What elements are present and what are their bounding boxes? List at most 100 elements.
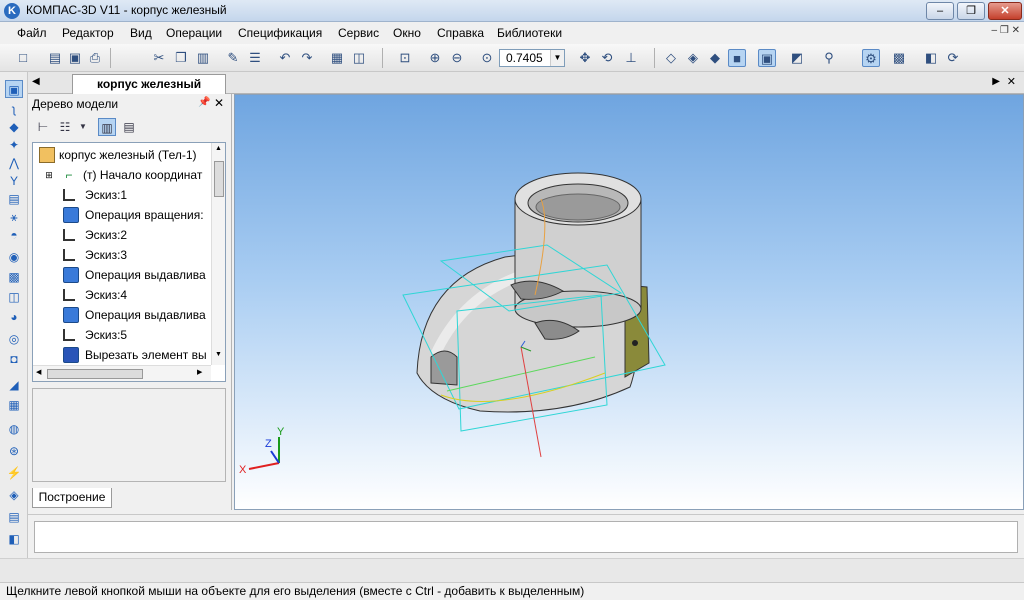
print-icon[interactable]: ⎙: [86, 49, 104, 67]
hole-tool-icon[interactable]: ◍: [5, 420, 23, 438]
tree-item-sketch[interactable]: Эскиз:5: [33, 325, 211, 345]
close-panel-icon[interactable]: ✕: [214, 96, 224, 110]
scroll-down-icon[interactable]: ▼: [215, 351, 222, 358]
extrude-tool-icon[interactable]: ▩: [5, 268, 23, 286]
section-tool-icon[interactable]: ⚡: [5, 464, 23, 482]
property-panel-field[interactable]: [34, 521, 1018, 553]
pin-icon[interactable]: 📌: [198, 97, 210, 108]
fillet-tool-icon[interactable]: ◢: [5, 376, 23, 394]
manager2-icon[interactable]: ◧: [922, 49, 940, 67]
reports-icon[interactable]: ◓: [5, 226, 23, 244]
menu-view[interactable]: Вид: [130, 26, 152, 40]
refresh-icon[interactable]: ⟳: [944, 49, 962, 67]
menu-service[interactable]: Сервис: [338, 26, 379, 40]
cut-icon[interactable]: ✂: [150, 49, 168, 67]
format-brush-icon[interactable]: ✎: [224, 49, 242, 67]
save-icon[interactable]: ▣: [66, 49, 84, 67]
zoom-window-icon[interactable]: ⊡: [396, 49, 414, 67]
mirror-tool-icon[interactable]: ◈: [5, 486, 23, 504]
tree-item-revolve[interactable]: Операция вращения:: [33, 205, 211, 225]
tab-scroll-right-icon[interactable]: ▶: [992, 76, 1000, 87]
snap-icon[interactable]: ⚙: [862, 49, 880, 67]
loft-tool-icon[interactable]: ◎: [5, 330, 23, 348]
open-icon[interactable]: ▤: [46, 49, 64, 67]
edit-details-icon[interactable]: ▣: [5, 80, 23, 98]
chevron-down-icon[interactable]: ▼: [74, 118, 92, 136]
fix-tool-icon[interactable]: ◧: [5, 530, 23, 548]
document-window-controls[interactable]: ‒ ❐ ✕: [992, 25, 1020, 36]
specification-icon[interactable]: ⚹: [5, 208, 23, 226]
redo-icon[interactable]: ↷: [298, 49, 316, 67]
tree-item-sketch[interactable]: Эскиз:1: [33, 185, 211, 205]
surfaces-icon[interactable]: ◆: [5, 118, 23, 136]
maximize-button[interactable]: ❐: [957, 2, 985, 20]
model-viewport[interactable]: X Y Z: [234, 94, 1024, 510]
arrays-icon[interactable]: ✦: [5, 136, 23, 154]
menu-help[interactable]: Справка: [437, 26, 484, 40]
paste-icon[interactable]: ▥: [194, 49, 212, 67]
orientation-icon[interactable]: ⊥: [622, 49, 640, 67]
filters-icon[interactable]: ▤: [5, 190, 23, 208]
zoom-scale-icon[interactable]: ⊙: [478, 49, 496, 67]
scroll-up-icon[interactable]: ▲: [215, 145, 222, 152]
zoom-scale-input[interactable]: 0.7405 ▼: [499, 49, 565, 67]
tree-structure-icon[interactable]: ⊢: [34, 118, 52, 136]
cut-tool-icon[interactable]: ◘: [5, 350, 23, 368]
tab-document[interactable]: корпус железный: [72, 74, 226, 94]
tree-item-root[interactable]: корпус железный (Тел-1): [33, 145, 211, 165]
tree-vertical-scrollbar[interactable]: ▲ ▼: [211, 143, 225, 365]
new-icon[interactable]: □: [14, 49, 32, 67]
close-tab-icon[interactable]: ✕: [1007, 75, 1016, 88]
pan-icon[interactable]: ✥: [576, 49, 594, 67]
zoom-out-icon[interactable]: ⊖: [448, 49, 466, 67]
filter-icon[interactable]: ⚲: [820, 49, 838, 67]
menu-window[interactable]: Окно: [393, 26, 421, 40]
hidden-thin-icon[interactable]: ◆: [706, 49, 724, 67]
zoom-in-icon[interactable]: ⊕: [426, 49, 444, 67]
properties-icon[interactable]: ☰: [246, 49, 264, 67]
revolve-tool-icon[interactable]: ◉: [5, 248, 23, 266]
menu-libraries[interactable]: Библиотеки: [497, 26, 562, 40]
halftone-icon[interactable]: ■: [728, 49, 746, 67]
undo-icon[interactable]: ↶: [276, 49, 294, 67]
measure-icon[interactable]: Y: [5, 172, 23, 190]
rib-tool-icon[interactable]: ⊛: [5, 442, 23, 460]
tab-build[interactable]: Построение: [32, 488, 112, 508]
tab-scroll-left-icon[interactable]: ◀: [32, 76, 40, 87]
auxiliary-geometry-icon[interactable]: ⋀: [5, 154, 23, 172]
scroll-right-icon[interactable]: ▶: [197, 368, 202, 376]
perspective-icon[interactable]: ◩: [788, 49, 806, 67]
copy-icon[interactable]: ❐: [172, 49, 190, 67]
close-button[interactable]: ✕: [988, 2, 1022, 20]
manager-icon[interactable]: ▦: [328, 49, 346, 67]
scroll-thumb[interactable]: [214, 161, 224, 197]
tree-item-extrude[interactable]: Операция выдавлива: [33, 265, 211, 285]
menu-operations[interactable]: Операции: [166, 26, 222, 40]
tree-horizontal-scrollbar[interactable]: ◀ ▶: [33, 365, 211, 381]
tree-item-sketch[interactable]: Эскиз:2: [33, 225, 211, 245]
spatial-curves-icon[interactable]: ʅ: [5, 100, 23, 118]
halftone-edges-icon[interactable]: ▣: [758, 49, 776, 67]
rotate-icon[interactable]: ⟲: [598, 49, 616, 67]
menu-editor[interactable]: Редактор: [62, 26, 114, 40]
scroll-thumb[interactable]: [47, 369, 143, 379]
menu-file[interactable]: Файл: [17, 26, 47, 40]
tree-filter-icon[interactable]: ☷: [56, 118, 74, 136]
menu-specification[interactable]: Спецификация: [238, 26, 322, 40]
chamfer-tool-icon[interactable]: ▦: [5, 396, 23, 414]
expand-plus-icon[interactable]: ⊞: [41, 167, 57, 183]
shell-tool-icon[interactable]: ◫: [5, 288, 23, 306]
scroll-left-icon[interactable]: ◀: [36, 368, 41, 376]
sweep-tool-icon[interactable]: ◕: [5, 308, 23, 326]
tree-order-icon[interactable]: ▥: [98, 118, 116, 136]
variables-icon[interactable]: ◫: [350, 49, 368, 67]
tree-item-sketch[interactable]: Эскиз:3: [33, 245, 211, 265]
minimize-button[interactable]: ‒: [926, 2, 954, 20]
library-icon[interactable]: ▩: [890, 49, 908, 67]
chevron-down-icon[interactable]: ▼: [550, 50, 564, 66]
tree-item-sketch[interactable]: Эскиз:4: [33, 285, 211, 305]
tree-item-origin[interactable]: ⊞ ⌐ (т) Начало координат: [33, 165, 211, 185]
tree-item-cut-extrude[interactable]: Вырезать элемент вы: [33, 345, 211, 365]
tree-properties-icon[interactable]: ▤: [120, 118, 138, 136]
hidden-lines-icon[interactable]: ◈: [684, 49, 702, 67]
